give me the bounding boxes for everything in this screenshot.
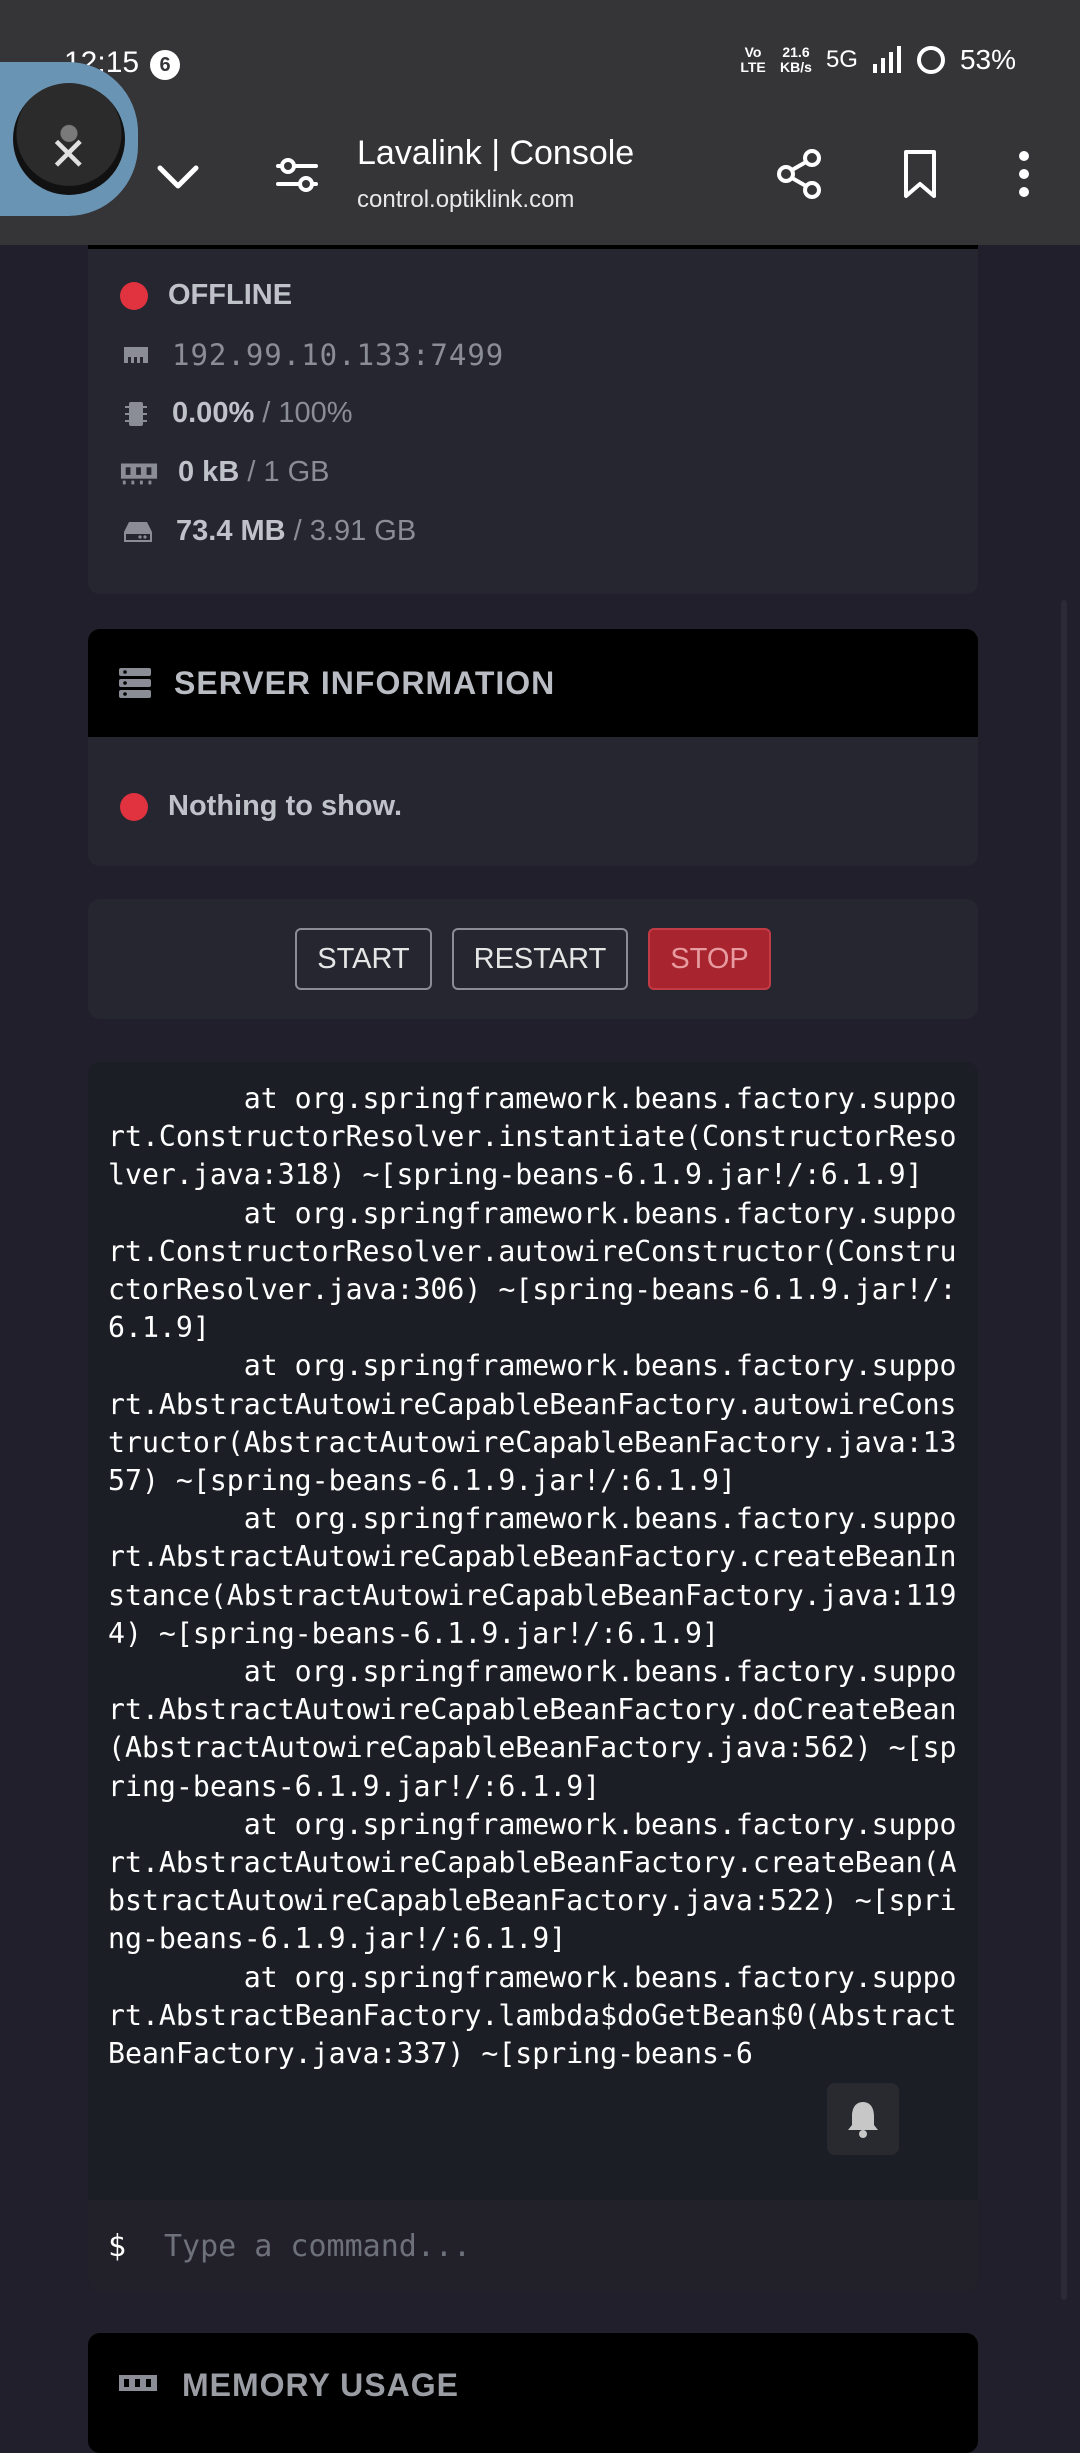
page-title: Lavalink | Console: [357, 134, 635, 172]
system-status-bar: 12:15 6 Vo LTE 21.6 KB/s 5G 53%: [0, 0, 1080, 130]
server-information-card: SERVER INFORMATION Nothing to show.: [88, 629, 978, 866]
prompt-symbol: $: [108, 2228, 127, 2264]
console-input-row: $: [88, 2200, 978, 2292]
status-indicators: Vo LTE 21.6 KB/s 5G 53%: [740, 44, 1016, 76]
memory-icon: [120, 463, 158, 484]
status-dot-icon: [120, 281, 148, 310]
server-status-card: OFFLINE 192.99.10.133:7499 0.00% / 100% …: [88, 249, 978, 594]
page-scrollbar[interactable]: [1061, 600, 1067, 2300]
server-address[interactable]: 192.99.10.133:7499: [172, 338, 504, 372]
command-input[interactable]: [164, 2228, 944, 2264]
server-information-empty: Nothing to show.: [120, 790, 402, 823]
disk-row: 73.4 MB / 3.91 GB: [120, 515, 416, 548]
microchip-icon: [125, 401, 147, 426]
memory-usage-title: MEMORY USAGE: [182, 2367, 459, 2403]
empty-message: Nothing to show.: [168, 790, 403, 822]
status-row: OFFLINE: [120, 279, 292, 312]
battery-ring-icon: [916, 46, 945, 74]
disk-used: 73.4 MB: [176, 515, 286, 547]
console-output[interactable]: at org.springframework.beans.factory.sup…: [108, 1080, 958, 2240]
restart-button[interactable]: RESTART: [451, 928, 629, 990]
memory-used: 0 kB: [178, 456, 240, 488]
stop-button[interactable]: STOP: [648, 928, 771, 990]
bookmark-icon[interactable]: [892, 146, 948, 202]
network-speed: 21.6 KB/s: [780, 44, 812, 75]
memory-icon: [119, 2375, 157, 2391]
page-url[interactable]: control.optiklink.com: [357, 186, 574, 214]
network-type: 5G: [825, 46, 858, 73]
disk-limit: / 3.91 GB: [293, 515, 417, 547]
hard-drive-icon: [124, 521, 152, 542]
more-options-icon[interactable]: [1002, 146, 1046, 202]
cpu-row: 0.00% / 100%: [120, 397, 353, 430]
memory-limit: / 1 GB: [247, 456, 330, 488]
start-button[interactable]: START: [295, 928, 432, 990]
battery-level: 53%: [959, 44, 1016, 75]
vinyl-disc-icon: ✕: [13, 83, 125, 195]
server-icon: [119, 668, 151, 698]
volte-icon: Vo LTE: [740, 44, 766, 75]
site-settings-icon[interactable]: [272, 150, 322, 200]
memory-row: 0 kB / 1 GB: [120, 456, 330, 489]
floating-media-bubble[interactable]: ✕: [0, 62, 138, 216]
power-controls-card: START RESTART STOP: [88, 899, 978, 1019]
server-state: OFFLINE: [168, 279, 293, 311]
notification-count-badge: 6: [150, 50, 180, 80]
cpu-limit: / 100%: [262, 397, 353, 429]
ethernet-icon: [124, 347, 148, 363]
cpu-used: 0.00%: [172, 397, 255, 429]
memory-usage-card: MEMORY USAGE: [88, 2333, 978, 2453]
notifications-button[interactable]: [827, 2083, 899, 2155]
bell-icon: [848, 2102, 878, 2138]
signal-icon: [872, 46, 901, 73]
address-row: 192.99.10.133:7499: [120, 338, 504, 372]
server-information-header: SERVER INFORMATION: [88, 629, 978, 737]
share-icon[interactable]: [772, 146, 828, 202]
status-dot-icon: [120, 792, 148, 821]
close-icon[interactable]: ✕: [49, 131, 88, 177]
chevron-down-icon[interactable]: [150, 148, 206, 204]
server-information-title: SERVER INFORMATION: [174, 664, 556, 701]
